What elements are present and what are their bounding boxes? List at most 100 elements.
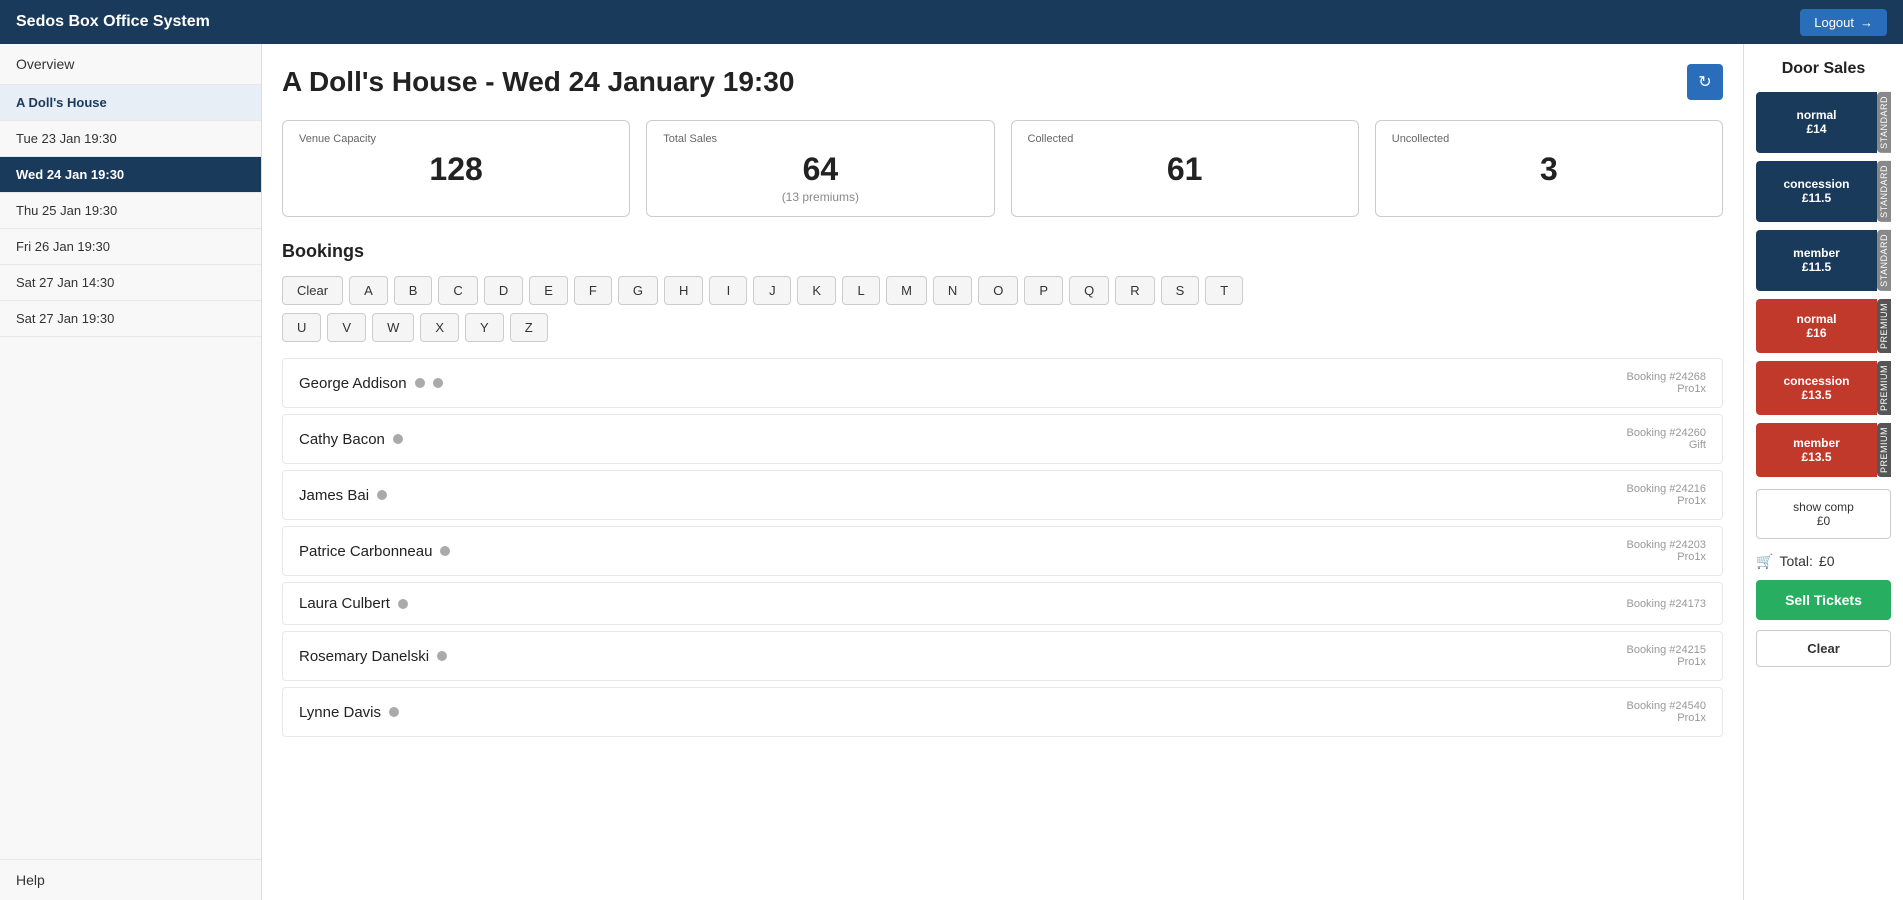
ticket-tag-standard-2: STANDARD — [1877, 161, 1891, 222]
sidebar-item-overview[interactable]: Overview — [0, 44, 261, 85]
filter-btn-B[interactable]: B — [394, 276, 433, 305]
table-row[interactable]: James Bai Booking #24216 Pro1x — [282, 470, 1723, 520]
ticket-normal-standard-button[interactable]: normal £14 — [1756, 92, 1877, 153]
sidebar-item-wed24[interactable]: Wed 24 Jan 19:30 — [0, 157, 261, 193]
filter-btn-I[interactable]: I — [709, 276, 747, 305]
logout-button[interactable]: Logout → — [1800, 9, 1887, 36]
filter-row-2: U V W X Y Z — [282, 313, 1723, 342]
ticket-normal-premium-wrapper: normal £16 PREMIUM — [1756, 299, 1891, 353]
filter-btn-P[interactable]: P — [1024, 276, 1063, 305]
booking-name-text: Cathy Bacon — [299, 431, 385, 448]
filter-btn-U[interactable]: U — [282, 313, 321, 342]
stat-collected: Collected 61 — [1011, 120, 1359, 217]
bookings-section: Bookings Clear A B C D E F G H I J K L M… — [282, 241, 1723, 737]
filter-btn-W[interactable]: W — [372, 313, 414, 342]
booking-name-text: Patrice Carbonneau — [299, 543, 432, 560]
table-row[interactable]: Lynne Davis Booking #24540 Pro1x — [282, 687, 1723, 737]
filter-btn-L[interactable]: L — [842, 276, 880, 305]
filter-btn-D[interactable]: D — [484, 276, 523, 305]
total-label: Total: — [1779, 553, 1812, 569]
sidebar-item-sat27-1430[interactable]: Sat 27 Jan 14:30 — [0, 265, 261, 301]
show-comp-button[interactable]: show comp £0 — [1756, 489, 1891, 539]
ticket-normal-premium-button[interactable]: normal £16 — [1756, 299, 1877, 353]
sell-tickets-button[interactable]: Sell Tickets — [1756, 580, 1891, 620]
ticket-concession-standard-button[interactable]: concession £11.5 — [1756, 161, 1877, 222]
booking-dot — [393, 434, 403, 444]
booking-ref: Booking #24173 — [1626, 598, 1706, 610]
sidebar-item-thu25[interactable]: Thu 25 Jan 19:30 — [0, 193, 261, 229]
filter-btn-T[interactable]: T — [1205, 276, 1243, 305]
booking-dot — [415, 378, 425, 388]
filter-btn-Q[interactable]: Q — [1069, 276, 1109, 305]
booking-dot — [440, 546, 450, 556]
main-content: A Doll's House - Wed 24 January 19:30 ↻ … — [262, 44, 1743, 900]
ticket-member-standard-button[interactable]: member £11.5 — [1756, 230, 1877, 291]
filter-clear-button[interactable]: Clear — [282, 276, 343, 305]
bookings-title: Bookings — [282, 241, 1723, 262]
booking-sub: Pro1x — [1626, 383, 1706, 395]
booking-sub: Pro1x — [1626, 656, 1706, 668]
filter-btn-R[interactable]: R — [1115, 276, 1154, 305]
booking-dot — [398, 599, 408, 609]
filter-btn-J[interactable]: J — [753, 276, 791, 305]
table-row[interactable]: Laura Culbert Booking #24173 — [282, 582, 1723, 625]
uncollected-label: Uncollected — [1392, 133, 1706, 145]
refresh-button[interactable]: ↻ — [1687, 64, 1723, 100]
booking-dot-2 — [433, 378, 443, 388]
ticket-member-premium-button[interactable]: member £13.5 — [1756, 423, 1877, 477]
filter-btn-Z[interactable]: Z — [510, 313, 548, 342]
collected-value: 61 — [1028, 151, 1342, 188]
table-row[interactable]: Rosemary Danelski Booking #24215 Pro1x — [282, 631, 1723, 681]
sidebar-item-tue23[interactable]: Tue 23 Jan 19:30 — [0, 121, 261, 157]
table-row[interactable]: George Addison Booking #24268 Pro1x — [282, 358, 1723, 408]
stat-uncollected: Uncollected 3 — [1375, 120, 1723, 217]
total-sales-value: 64 — [663, 151, 977, 188]
booking-dot — [377, 490, 387, 500]
filter-btn-F[interactable]: F — [574, 276, 612, 305]
table-row[interactable]: Cathy Bacon Booking #24260 Gift — [282, 414, 1723, 464]
sidebar-item-fri26[interactable]: Fri 26 Jan 19:30 — [0, 229, 261, 265]
filter-btn-M[interactable]: M — [886, 276, 927, 305]
filter-btn-E[interactable]: E — [529, 276, 568, 305]
ticket-tag-standard: STANDARD — [1877, 92, 1891, 153]
ticket-concession-premium-button[interactable]: concession £13.5 — [1756, 361, 1877, 415]
filter-btn-C[interactable]: C — [438, 276, 477, 305]
filter-btn-A[interactable]: A — [349, 276, 388, 305]
clear-door-button[interactable]: Clear — [1756, 630, 1891, 667]
filter-btn-X[interactable]: X — [420, 313, 459, 342]
ticket-tag-premium-3: PREMIUM — [1877, 423, 1891, 477]
page-title: A Doll's House - Wed 24 January 19:30 — [282, 66, 794, 98]
filter-btn-O[interactable]: O — [978, 276, 1018, 305]
filter-btn-Y[interactable]: Y — [465, 313, 504, 342]
door-sales-title: Door Sales — [1756, 60, 1891, 78]
filter-btn-H[interactable]: H — [664, 276, 703, 305]
booking-name-text: Lynne Davis — [299, 704, 381, 721]
stat-venue-capacity: Venue Capacity 128 — [282, 120, 630, 217]
booking-sub: Pro1x — [1626, 712, 1706, 724]
ticket-concession-premium-wrapper: concession £13.5 PREMIUM — [1756, 361, 1891, 415]
booking-sub: Pro1x — [1626, 495, 1706, 507]
total-value: £0 — [1819, 553, 1835, 569]
booking-name-text: George Addison — [299, 375, 407, 392]
filter-btn-S[interactable]: S — [1161, 276, 1200, 305]
booking-list: George Addison Booking #24268 Pro1x Cath… — [282, 358, 1723, 737]
booking-name-text: Rosemary Danelski — [299, 648, 429, 665]
filter-btn-N[interactable]: N — [933, 276, 972, 305]
venue-capacity-label: Venue Capacity — [299, 133, 613, 145]
ticket-concession-standard-wrapper: concession £11.5 STANDARD — [1756, 161, 1891, 222]
ticket-member-premium-wrapper: member £13.5 PREMIUM — [1756, 423, 1891, 477]
table-row[interactable]: Patrice Carbonneau Booking #24203 Pro1x — [282, 526, 1723, 576]
filter-btn-K[interactable]: K — [797, 276, 836, 305]
filter-btn-G[interactable]: G — [618, 276, 658, 305]
filter-btn-V[interactable]: V — [327, 313, 366, 342]
sidebar-item-help[interactable]: Help — [0, 859, 261, 900]
app-title: Sedos Box Office System — [16, 13, 210, 31]
ticket-tag-premium-2: PREMIUM — [1877, 361, 1891, 415]
sidebar-show-title: A Doll's House — [0, 85, 261, 121]
ticket-tag-standard-3: STANDARD — [1877, 230, 1891, 291]
booking-ref: Booking #24268 — [1626, 371, 1706, 383]
stat-total-sales: Total Sales 64 (13 premiums) — [646, 120, 994, 217]
filter-row-1: Clear A B C D E F G H I J K L M N O P Q … — [282, 276, 1723, 305]
sidebar-item-sat27-1930[interactable]: Sat 27 Jan 19:30 — [0, 301, 261, 337]
collected-label: Collected — [1028, 133, 1342, 145]
